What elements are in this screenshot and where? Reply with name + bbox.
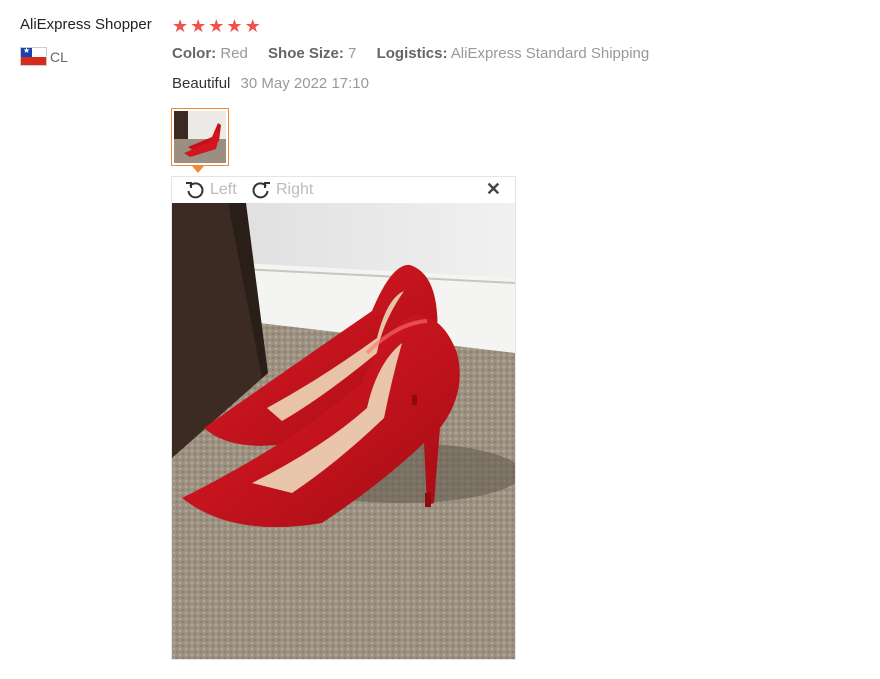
star-icon: ★: [244, 16, 261, 36]
photo-viewer: Left Right ✕: [171, 176, 516, 660]
rating-stars: ★ ★ ★ ★ ★: [172, 16, 261, 36]
attribute-shoe-size: Shoe Size: 7: [268, 45, 357, 62]
star-icon: ★: [208, 16, 225, 36]
flag-chile-icon: [20, 46, 47, 66]
star-icon: ★: [190, 16, 207, 36]
rotate-left-icon: [186, 182, 204, 199]
rotate-right-icon: [252, 182, 270, 199]
review-feedback: Beautiful 30 May 2022 17:10: [172, 75, 369, 92]
country-code: CL: [50, 48, 68, 65]
attribute-logistics: Logistics: AliExpress Standard Shipping: [376, 45, 650, 62]
thumbnail-pointer: [192, 166, 204, 173]
reviewer-country: CL: [20, 46, 68, 66]
review-photo-thumbnail[interactable]: [171, 108, 229, 166]
review-photo: [172, 203, 515, 659]
close-icon[interactable]: ✕: [486, 179, 501, 200]
feedback-text: Beautiful: [172, 75, 231, 92]
rotate-right-label: Right: [276, 181, 314, 198]
review-date: 30 May 2022 17:10: [240, 75, 369, 92]
attribute-color: Color: Red: [172, 45, 248, 62]
reviewer-name: AliExpress Shopper: [20, 16, 152, 33]
star-icon: ★: [226, 16, 243, 36]
star-icon: ★: [172, 16, 189, 36]
viewer-toolbar: Left Right ✕: [172, 177, 515, 203]
product-attributes: Color: Red Shoe Size: 7 Logistics: AliEx…: [172, 45, 665, 62]
rotate-right-button[interactable]: Right: [251, 180, 313, 200]
rotate-left-label: Left: [210, 181, 237, 198]
rotate-left-button[interactable]: Left: [185, 180, 237, 200]
